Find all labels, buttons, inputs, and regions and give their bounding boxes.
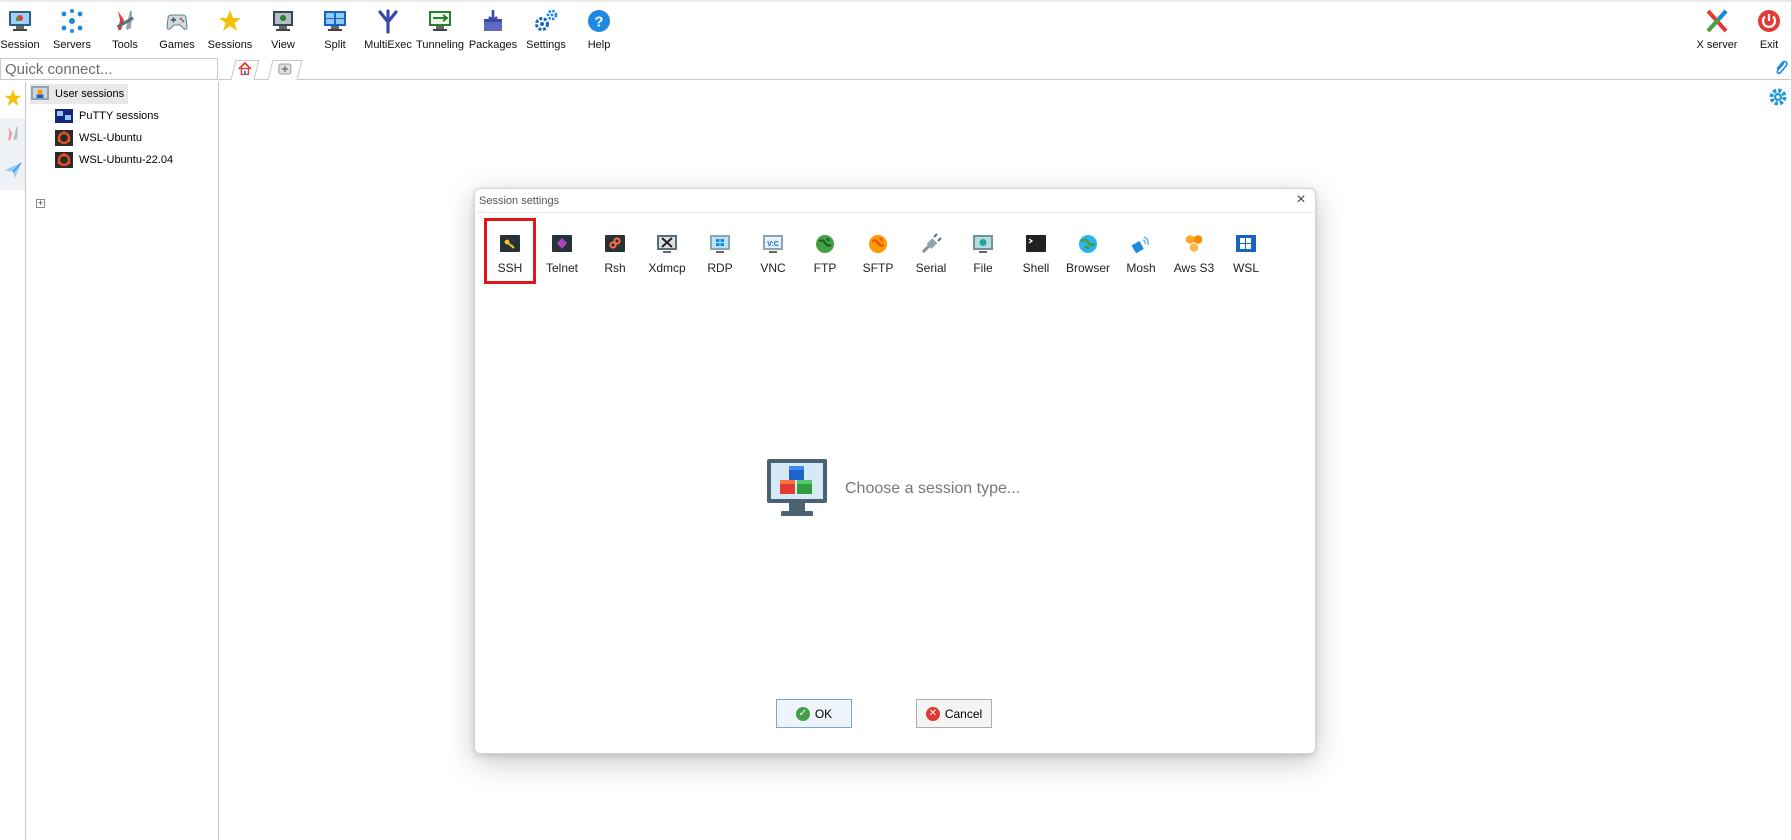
tree-item-putty-sessions[interactable]: PuTTY sessions [54,106,159,126]
ubuntu-icon [54,129,74,147]
session-icon [7,8,33,34]
games-icon [164,8,190,34]
user-sessions-icon [30,85,50,103]
view-icon [270,8,296,34]
choose-session-text: Choose a session type... [845,480,1021,497]
sessions-button[interactable]: Sessions [204,8,256,52]
home-icon [238,61,252,80]
tab-strip [219,58,1791,80]
aws-s3-icon [1183,233,1205,255]
wsl-windows-icon [1235,233,1257,255]
session-type-browser[interactable]: Browser [1063,219,1113,283]
session-type-mosh[interactable]: Mosh [1116,219,1166,283]
expand-putty-toggle[interactable]: + [36,199,45,208]
left-sidebar-rail [0,82,26,840]
gear-icon[interactable] [1767,86,1789,113]
games-button[interactable]: Games [151,8,203,52]
session-type-serial[interactable]: Serial [906,219,956,283]
session-settings-dialog: Session settings × SSH Telnet Rsh Xdmcp … [474,188,1316,754]
split-button[interactable]: Split [309,8,361,52]
packages-button[interactable]: Packages [467,8,519,52]
tree-item-wsl-ubuntu-2204[interactable]: WSL-Ubuntu-22.04 [54,150,173,170]
choose-session-prompt: Choose a session type... [765,457,1065,521]
x-server-icon [1704,8,1730,34]
ftp-globe-icon [814,233,836,255]
ok-button[interactable]: ✓ OK [776,699,852,728]
settings-gears-icon [533,8,559,34]
quick-connect-input[interactable] [1,59,217,79]
serial-plug-icon [920,233,942,255]
servers-button[interactable]: Servers [46,8,98,52]
session-type-vnc[interactable]: V:C VNC [748,219,798,283]
cancel-button[interactable]: ✕ Cancel [916,699,992,728]
checkmark-icon: ✓ [795,706,810,721]
rsh-icon [604,233,626,255]
tools-rail-button[interactable] [0,118,25,154]
sessions-rail-button[interactable] [0,82,25,118]
multiexec-button[interactable]: MultiExec [362,8,414,52]
monitor-cubes-icon [765,457,829,524]
tab-home[interactable] [230,60,260,80]
svg-text:V:C: V:C [767,241,779,248]
file-icon [972,233,994,255]
shell-terminal-icon [1025,233,1047,255]
paper-plane-icon [4,161,22,184]
browser-globe-icon [1077,233,1099,255]
ubuntu-icon [54,151,74,169]
tunneling-icon [427,8,453,34]
help-button[interactable]: ? Help [573,8,625,52]
session-type-ssh[interactable]: SSH [484,218,536,284]
session-type-rdp[interactable]: RDP [695,219,745,283]
session-type-wsl[interactable]: WSL [1221,219,1271,283]
putty-icon [54,107,74,125]
session-type-file[interactable]: File [958,219,1008,283]
star-icon [3,88,23,113]
tools-button[interactable]: Tools [99,8,151,52]
session-type-telnet[interactable]: Telnet [537,219,587,283]
add-tab-icon [278,62,292,80]
dialog-title: Session settings [479,195,560,207]
quick-connect-field[interactable] [0,58,218,80]
main-toolbar: Session Servers Tools Games Sessions Vie… [0,0,1791,56]
telnet-icon [551,233,573,255]
session-button[interactable]: Session [0,8,46,52]
view-button[interactable]: View [257,8,309,52]
macros-rail-button[interactable] [0,154,25,190]
rdp-icon [709,233,731,255]
help-icon: ? [586,8,612,34]
new-tab-button[interactable] [267,60,303,80]
cancel-x-icon: ✕ [925,706,940,721]
exit-button[interactable]: Exit [1744,8,1791,52]
vnc-icon: V:C [762,233,784,255]
session-type-ftp[interactable]: FTP [800,219,850,283]
session-type-aws-s3[interactable]: Aws S3 [1169,219,1219,283]
ssh-key-icon [499,233,521,255]
session-type-shell[interactable]: Shell [1011,219,1061,283]
sftp-globe-icon [867,233,889,255]
multiexec-icon [375,8,401,34]
attach-icon[interactable] [1773,60,1789,81]
session-type-xdmcp[interactable]: Xdmcp [642,219,692,283]
mosh-antenna-icon [1130,233,1152,255]
tools-icon [4,124,22,149]
settings-button[interactable]: Settings [520,8,572,52]
session-type-rsh[interactable]: Rsh [590,219,640,283]
packages-icon [480,8,506,34]
svg-text:?: ? [594,14,603,31]
sessions-star-icon [217,8,243,34]
servers-icon [59,8,85,34]
close-icon[interactable]: × [1293,192,1309,209]
power-icon [1756,8,1782,34]
user-sessions-root[interactable]: User sessions [30,84,129,104]
sessions-panel: User sessions + PuTTY sessions WSL-Ubunt… [26,82,219,840]
tunneling-button[interactable]: Tunneling [414,8,466,52]
x-server-button[interactable]: X server [1691,8,1743,52]
xdmcp-icon [656,233,678,255]
tools-icon [112,8,138,34]
session-type-sftp[interactable]: SFTP [853,219,903,283]
tree-item-wsl-ubuntu[interactable]: WSL-Ubuntu [54,128,142,148]
dialog-titlebar: Session settings × [475,189,1315,213]
split-icon [322,8,348,34]
